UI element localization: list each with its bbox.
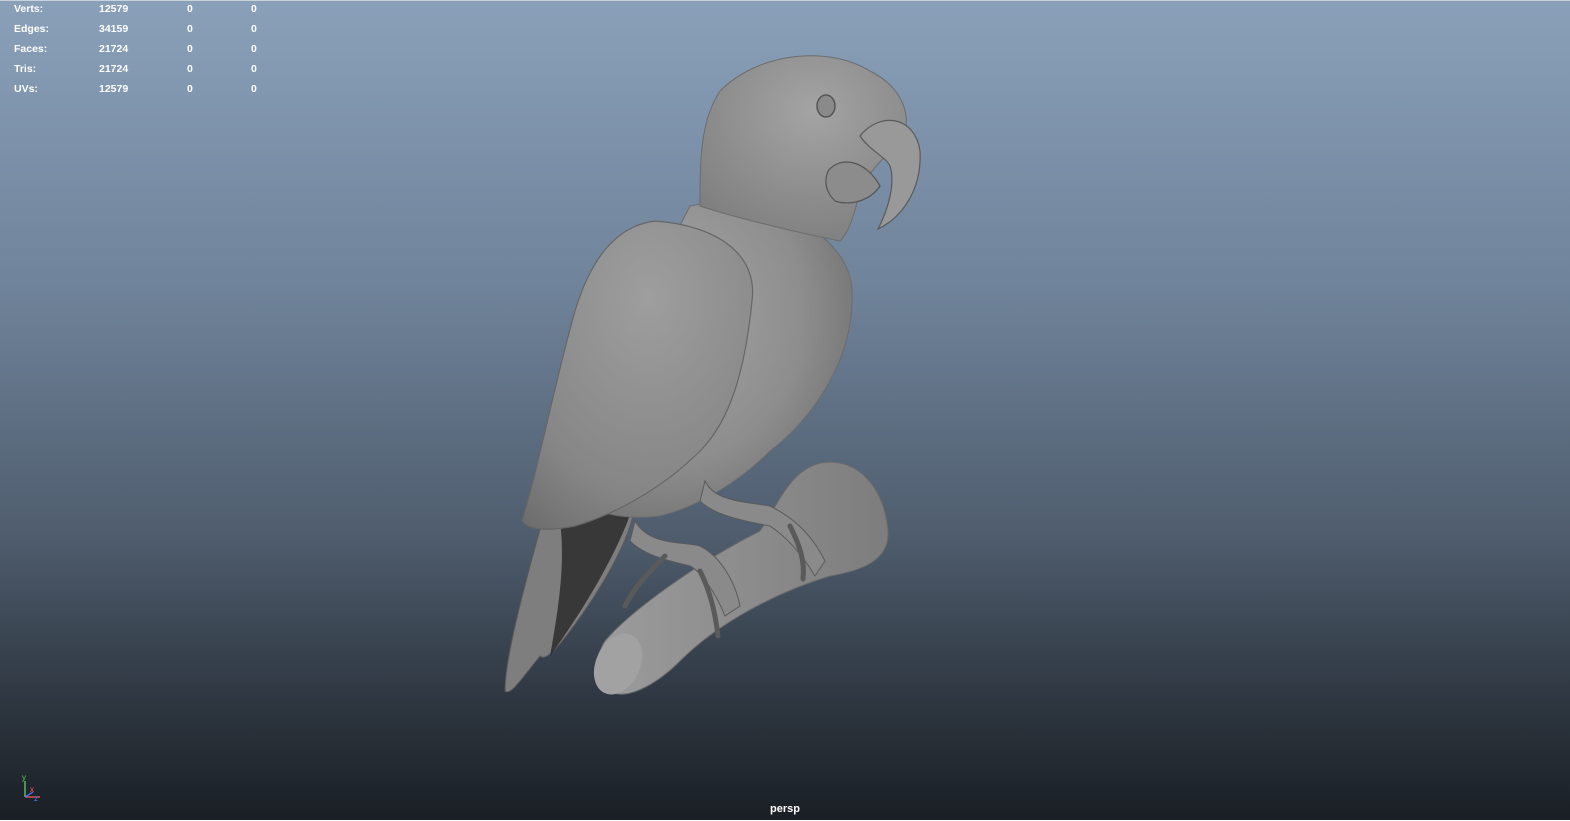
parrot-model[interactable] xyxy=(0,1,1570,821)
3d-viewport[interactable]: Verts: 12579 0 0 Edges: 34159 0 0 Faces:… xyxy=(0,0,1570,820)
axis-y-label: y xyxy=(22,773,26,782)
axis-x-label: x xyxy=(30,785,34,794)
axis-z-label: z xyxy=(34,794,38,801)
camera-name-label: persp xyxy=(770,803,800,815)
axis-gizmo-icon: y x z xyxy=(22,773,40,801)
eye-shape xyxy=(816,94,836,118)
